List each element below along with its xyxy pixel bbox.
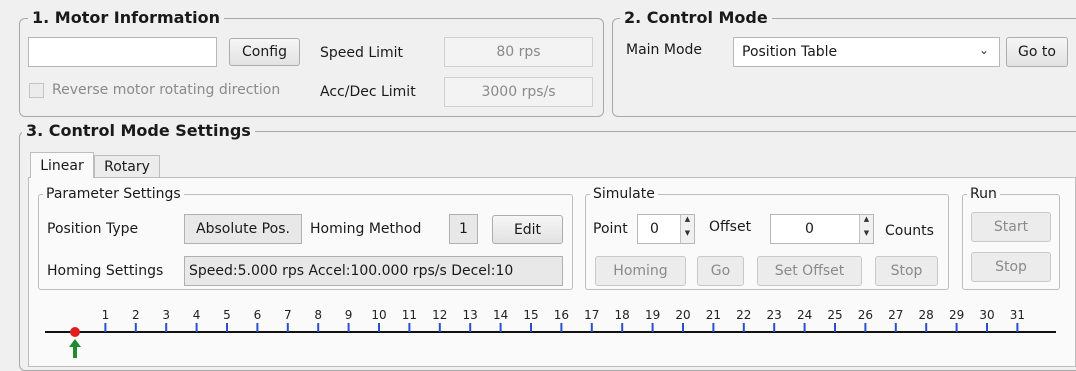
speed-limit-field: 80 rps <box>444 37 593 67</box>
down-arrow-icon[interactable]: ▼ <box>681 229 694 243</box>
control-mode-title: 2. Control Mode <box>620 9 772 27</box>
up-arrow-icon[interactable]: ▲ <box>681 215 694 229</box>
up-arrow-icon[interactable]: ▲ <box>860 215 873 229</box>
point-value: 0 <box>650 221 659 237</box>
ruler-tick-label: 25 <box>827 308 842 322</box>
ruler-tick-label: 22 <box>736 308 751 322</box>
set-offset-button[interactable]: Set Offset <box>757 256 862 286</box>
homing-settings-field[interactable]: Speed:5.000 rps Accel:100.000 rps/s Dece… <box>184 256 563 286</box>
speed-limit-label: Speed Limit <box>320 45 404 61</box>
acc-dec-limit-label: Acc/Dec Limit <box>320 84 416 100</box>
go-button[interactable]: Go <box>697 256 744 286</box>
ruler-tick-label: 12 <box>432 308 447 322</box>
ruler-tick-label: 18 <box>615 308 630 322</box>
ruler-tick-label: 20 <box>675 308 690 322</box>
tab-rotary[interactable]: Rotary <box>94 155 160 178</box>
config-button[interactable]: Config <box>229 38 300 66</box>
ruler-tick-label: 10 <box>371 308 386 322</box>
run-start-button[interactable]: Start <box>971 212 1051 242</box>
ruler-tick-label: 24 <box>797 308 812 322</box>
run-title: Run <box>967 186 1000 202</box>
ruler-tick-label: 4 <box>193 308 201 322</box>
ruler-tick-label: 5 <box>223 308 231 322</box>
ruler-tick-label: 30 <box>979 308 994 322</box>
position-arrow-icon <box>69 339 81 358</box>
ruler-tick-label: 23 <box>767 308 782 322</box>
parameter-settings-title: Parameter Settings <box>43 186 184 202</box>
ruler-tick-label: 2 <box>132 308 140 322</box>
position-type-label: Position Type <box>47 221 139 237</box>
position-type-field[interactable]: Absolute Pos. <box>184 214 302 244</box>
point-stepper[interactable]: 0 ▲ ▼ <box>637 214 695 244</box>
main-mode-label: Main Mode <box>626 42 703 58</box>
ruler-tick-label: 26 <box>858 308 873 322</box>
homing-settings-value: Speed:5.000 rps Accel:100.000 rps/s Dece… <box>189 263 514 279</box>
offset-value: 0 <box>805 221 814 237</box>
acc-dec-limit-field: 3000 rps/s <box>444 77 593 107</box>
tab-linear[interactable]: Linear <box>30 152 94 178</box>
ruler-tick-label: 28 <box>919 308 934 322</box>
point-label: Point <box>593 221 628 237</box>
ruler-tick-label: 3 <box>162 308 170 322</box>
run-stop-button[interactable]: Stop <box>971 252 1051 282</box>
ruler-tick-label: 8 <box>314 308 322 322</box>
ruler-tick-label: 17 <box>584 308 599 322</box>
ruler-tick-label: 11 <box>402 308 417 322</box>
ruler-tick-label: 1 <box>102 308 110 322</box>
ruler-tick-label: 29 <box>949 308 964 322</box>
ruler-tick-label: 13 <box>463 308 478 322</box>
simulate-stop-button[interactable]: Stop <box>875 256 938 286</box>
ruler-tick-label: 9 <box>345 308 353 322</box>
ruler-tick-label: 6 <box>254 308 262 322</box>
homing-method-label: Homing Method <box>310 221 422 237</box>
homing-button[interactable]: Homing <box>595 256 686 286</box>
offset-label: Offset <box>709 219 752 235</box>
point-spinner[interactable]: ▲ ▼ <box>680 215 694 243</box>
ruler-tick-label: 16 <box>554 308 569 322</box>
ruler-tick-label: 14 <box>493 308 508 322</box>
offset-spinner[interactable]: ▲ ▼ <box>859 215 873 243</box>
homing-method-field[interactable]: 1 <box>449 214 478 244</box>
reverse-direction-label: Reverse motor rotating direction <box>52 82 281 98</box>
chevron-down-icon: ⌄ <box>978 43 989 57</box>
main-mode-value: Position Table <box>742 44 838 60</box>
edit-button[interactable]: Edit <box>492 215 563 244</box>
main-mode-select[interactable]: Position Table ⌄ <box>733 37 1000 67</box>
ruler-tick-label: 7 <box>284 308 292 322</box>
homing-settings-label: Homing Settings <box>47 263 164 279</box>
ruler-tick-label: 15 <box>523 308 538 322</box>
motor-name-field[interactable] <box>28 37 217 67</box>
ruler-tick-label: 21 <box>706 308 721 322</box>
motor-information-title: 1. Motor Information <box>28 9 224 27</box>
offset-stepper[interactable]: 0 ▲ ▼ <box>770 214 874 244</box>
ruler-tick-label: 31 <box>1010 308 1025 322</box>
down-arrow-icon[interactable]: ▼ <box>860 229 873 243</box>
current-position-marker <box>70 327 80 337</box>
control-mode-settings-title: 3. Control Mode Settings <box>22 122 255 140</box>
simulate-title: Simulate <box>590 186 658 202</box>
ruler-tick-label: 27 <box>888 308 903 322</box>
counts-label: Counts <box>885 223 934 239</box>
control-mode-group <box>612 18 1076 117</box>
position-ruler: 1 2 3 4 5 6 7 8 9 10 11 12 13 14 15 16 17 18 19 20 21 22 23 24 2… <box>45 308 1056 358</box>
ruler-tick-label: 19 <box>645 308 660 322</box>
go-to-button[interactable]: Go to <box>1006 37 1068 67</box>
reverse-direction-checkbox[interactable] <box>29 83 44 98</box>
